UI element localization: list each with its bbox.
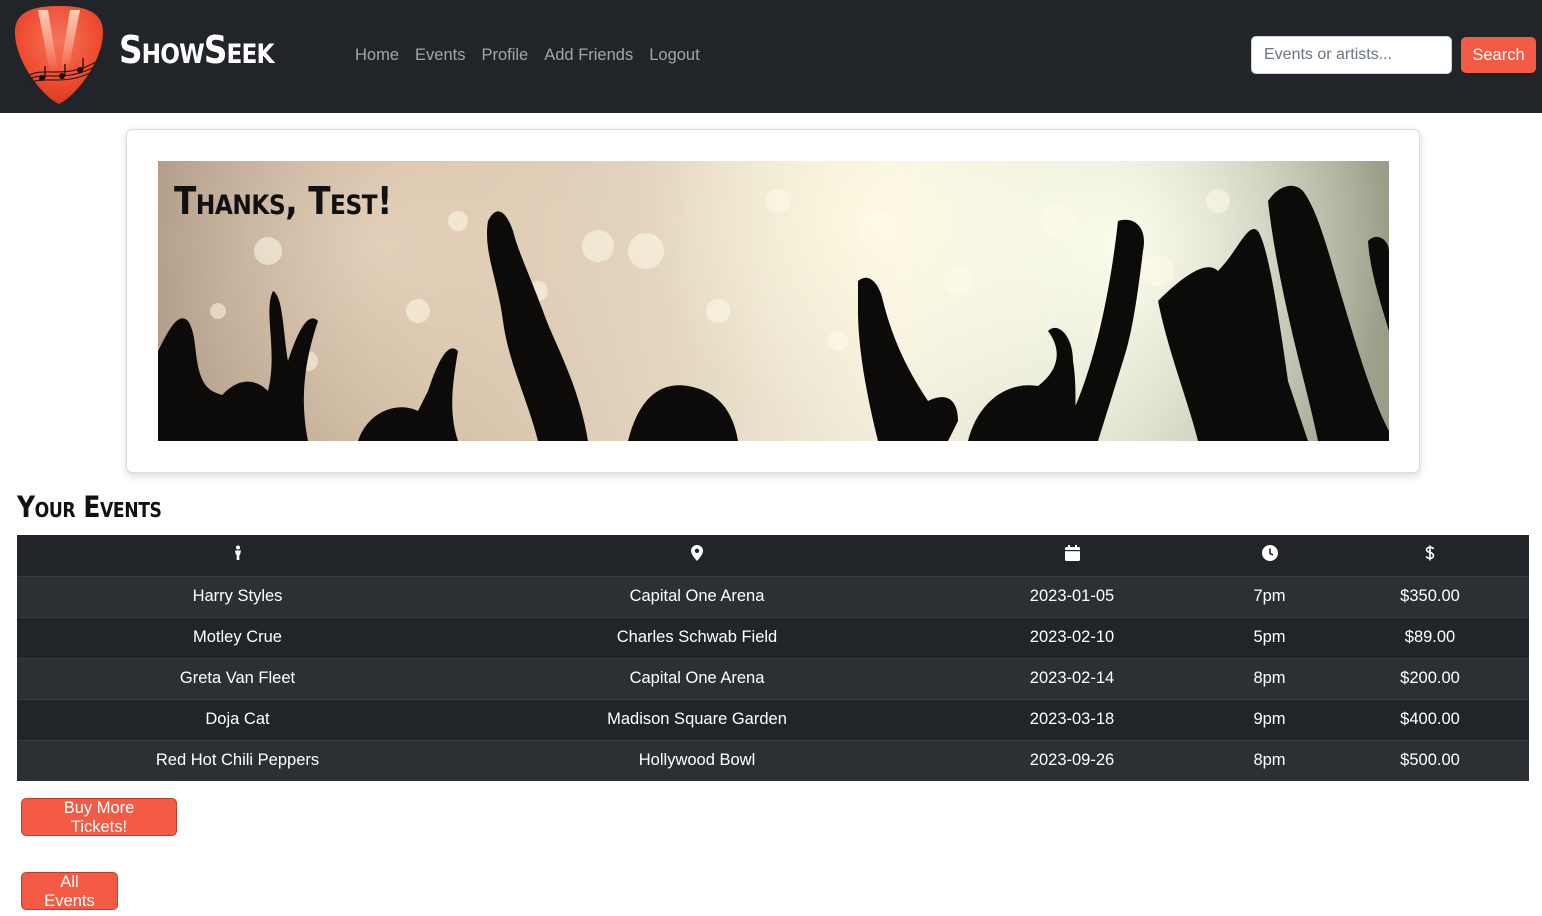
column-venue [458, 535, 936, 577]
cell-price: $500.00 [1400, 751, 1460, 770]
person-icon [232, 545, 244, 566]
table-row: Greta Van Fleet Capital One Arena 2023-0… [17, 658, 1529, 700]
nav-link-logout[interactable]: Logout [649, 44, 699, 66]
brand-name[interactable]: ShowSeek [119, 28, 275, 72]
cell-price: $400.00 [1331, 699, 1529, 741]
cell-date: 2023-02-14 [936, 658, 1208, 700]
cell-time: 8pm [1208, 658, 1331, 700]
cell-date: 2023-01-05 [936, 576, 1208, 618]
events-table: Harry Styles Capital One Arena 2023-01-0… [17, 535, 1529, 781]
guitar-pick-logo-icon[interactable] [14, 4, 104, 106]
cell-venue: Hollywood Bowl [638, 751, 756, 770]
cell-price: $89.00 [1331, 617, 1529, 659]
nav-link-home[interactable]: Home [355, 44, 399, 66]
cell-venue: Madison Square Garden [458, 699, 936, 741]
cell-venue: Capital One Arena [458, 658, 936, 700]
cell-artist: Harry Styles [17, 576, 458, 618]
column-price [1331, 535, 1529, 577]
nav-link-profile[interactable]: Profile [481, 44, 528, 66]
navbar: ShowSeek Home Events Profile Add Friends… [0, 0, 1542, 113]
cell-time: 7pm [1208, 576, 1331, 618]
search-button[interactable]: Search [1461, 37, 1536, 73]
cell-date: 2023-03-18 [936, 699, 1208, 741]
cell-time: 9pm [1208, 699, 1331, 741]
column-time [1208, 535, 1331, 577]
cell-date: 2023-02-10 [936, 617, 1208, 659]
hero-title: Thanks, Test! [174, 179, 392, 223]
cell-time: 8pm [1253, 751, 1286, 770]
column-date [936, 535, 1208, 577]
table-header-row [17, 535, 1529, 577]
nav-links: Home Events Profile Add Friends Logout [355, 44, 716, 66]
table-row: Red Hot Chili Peppers Hollywood Bowl 202… [17, 740, 1529, 781]
buy-more-tickets-button[interactable]: Buy More Tickets! [21, 798, 177, 836]
all-events-button[interactable]: All Events [21, 872, 118, 910]
location-pin-icon [691, 544, 703, 566]
concert-crowd-banner: Thanks, Test! [158, 161, 1389, 441]
dollar-icon [1425, 545, 1435, 566]
clock-icon [1261, 544, 1278, 566]
hero-card: Thanks, Test! [126, 129, 1420, 473]
table-row: Motley Crue Charles Schwab Field 2023-02… [17, 617, 1529, 659]
calendar-icon [1064, 544, 1080, 566]
cell-time: 5pm [1208, 617, 1331, 659]
cell-date: 2023-09-26 [1029, 751, 1115, 770]
cell-price: $200.00 [1331, 658, 1529, 700]
cell-venue: Charles Schwab Field [458, 617, 936, 659]
cell-venue: Capital One Arena [458, 576, 936, 618]
your-events-heading: Your Events [17, 490, 162, 524]
column-artist [17, 535, 458, 577]
cell-artist: Red Hot Chili Peppers [155, 751, 320, 770]
cell-artist: Doja Cat [17, 699, 458, 741]
table-row: Harry Styles Capital One Arena 2023-01-0… [17, 576, 1529, 618]
cell-artist: Motley Crue [17, 617, 458, 659]
nav-link-add-friends[interactable]: Add Friends [544, 44, 633, 66]
cell-artist: Greta Van Fleet [17, 658, 458, 700]
cell-price: $350.00 [1331, 576, 1529, 618]
search-input[interactable] [1251, 36, 1452, 74]
nav-link-events[interactable]: Events [415, 44, 465, 66]
table-row: Doja Cat Madison Square Garden 2023-03-1… [17, 699, 1529, 741]
